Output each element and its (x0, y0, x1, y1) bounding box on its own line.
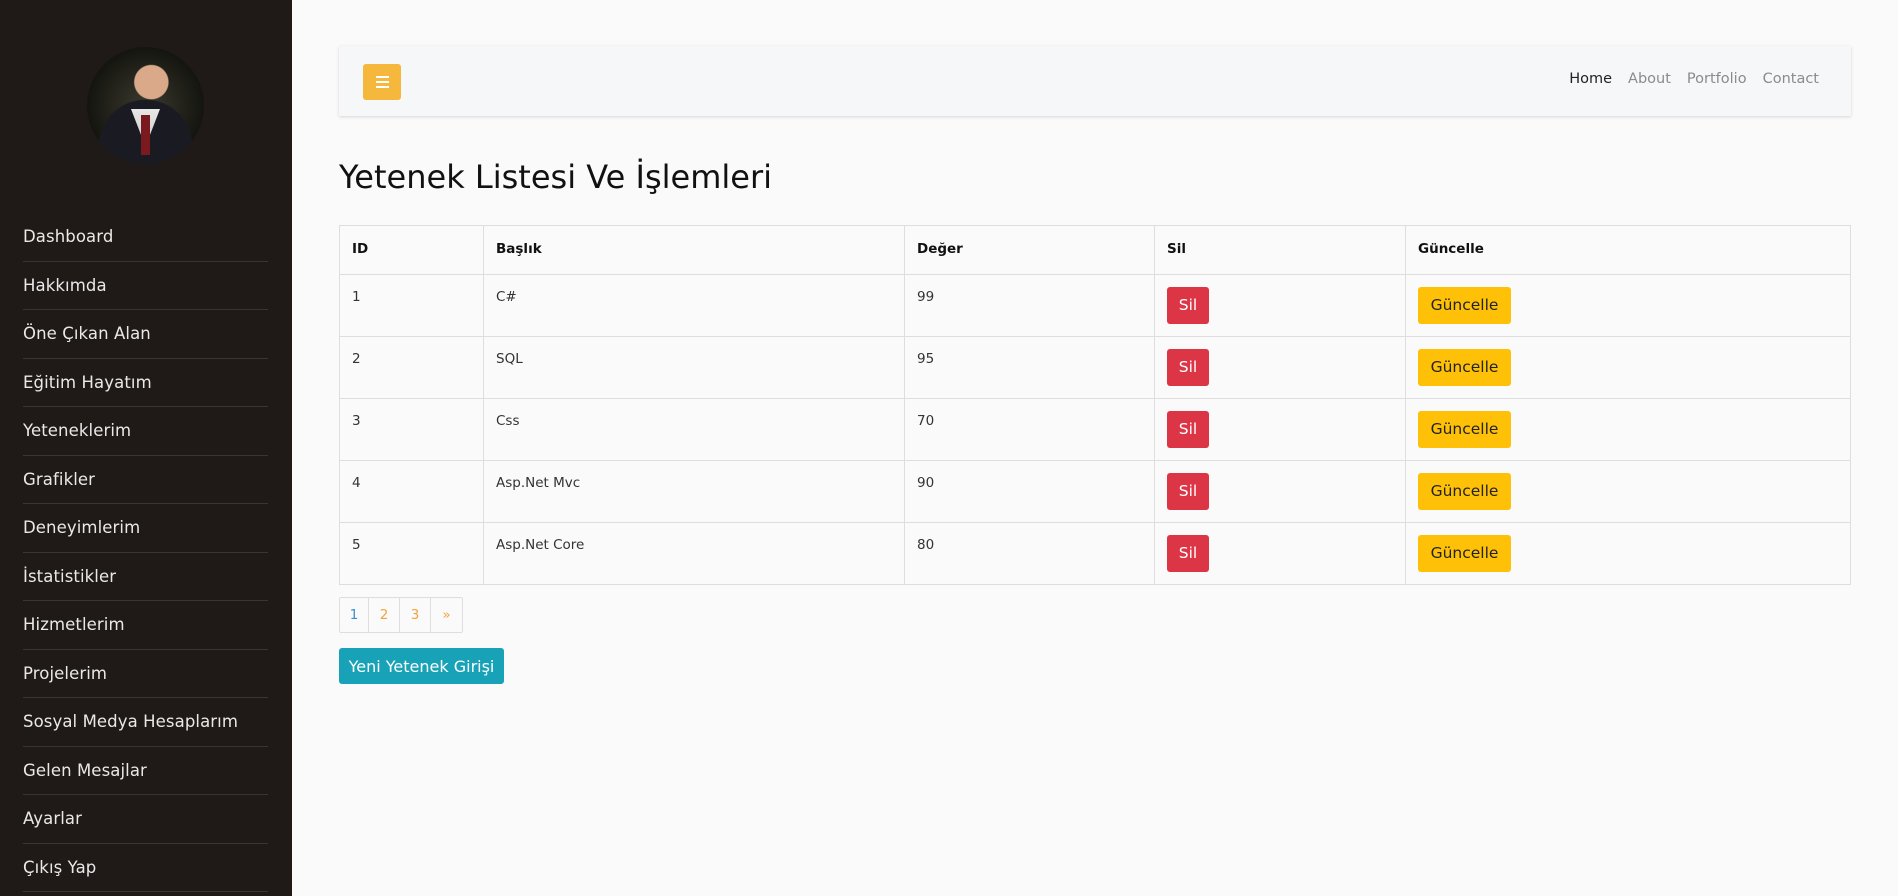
sidebar-item-cikis-yap[interactable]: Çıkış Yap (23, 844, 268, 892)
cell-value: 95 (904, 336, 1155, 399)
main-content: Home About Portfolio Contact Yetenek Lis… (292, 0, 1898, 896)
bars-icon (375, 86, 389, 88)
cell-title: C# (483, 274, 905, 337)
pagination: 1 2 3 » (339, 597, 463, 633)
cell-value: 80 (904, 522, 1155, 585)
cell-title: Asp.Net Mvc (483, 460, 905, 523)
nav-link-home[interactable]: Home (1569, 71, 1612, 87)
table-row: 4 Asp.Net Mvc 90 Sil Güncelle (339, 460, 1851, 523)
sidebar-item-yeteneklerim[interactable]: Yeteneklerim (23, 407, 268, 456)
cell-delete: Sil (1154, 522, 1406, 585)
sidebar-item-label: Gelen Mesajlar (23, 760, 147, 780)
cell-id: 3 (339, 398, 484, 461)
table-row: 1 C# 99 Sil Güncelle (339, 274, 1851, 337)
table-row: 5 Asp.Net Core 80 Sil Güncelle (339, 522, 1851, 585)
column-header-value: Değer (904, 225, 1155, 275)
page-link-next[interactable]: » (431, 598, 462, 632)
page-link-2[interactable]: 2 (369, 598, 400, 632)
delete-button[interactable]: Sil (1167, 411, 1209, 448)
sidebar: Dashboard Hakkımda Öne Çıkan Alan Eğitim… (0, 0, 292, 896)
sidebar-item-grafikler[interactable]: Grafikler (23, 456, 268, 504)
sidebar-item-label: Hakkımda (23, 275, 107, 295)
cell-update: Güncelle (1405, 274, 1851, 337)
new-skill-button[interactable]: Yeni Yetenek Girişi (339, 648, 504, 684)
sidebar-item-label: Dashboard (23, 227, 114, 247)
sidebar-item-label: Projelerim (23, 663, 108, 683)
sidebar-item-egitim-hayatim[interactable]: Eğitim Hayatım (23, 359, 268, 407)
cell-value: 70 (904, 398, 1155, 461)
sidebar-item-label: Çıkış Yap (23, 857, 97, 877)
cell-title: Asp.Net Core (483, 522, 905, 585)
cell-title: SQL (483, 336, 905, 399)
sidebar-item-istatistikler[interactable]: İstatistikler (23, 553, 268, 601)
cell-id: 4 (339, 460, 484, 523)
update-button[interactable]: Güncelle (1418, 473, 1511, 510)
sidebar-item-label: Sosyal Medya Hesaplarım (23, 712, 239, 732)
sidebar-item-label: Eğitim Hayatım (23, 372, 152, 392)
sidebar-item-label: Deneyimlerim (23, 518, 141, 538)
bars-icon (375, 76, 389, 78)
menu-toggle-button[interactable] (363, 64, 401, 100)
page-link-1[interactable]: 1 (340, 598, 369, 632)
nav-link-portfolio[interactable]: Portfolio (1687, 71, 1747, 87)
top-nav: Home About Portfolio Contact (1569, 71, 1819, 87)
cell-value: 90 (904, 460, 1155, 523)
sidebar-item-label: İstatistikler (23, 566, 117, 586)
nav-link-contact[interactable]: Contact (1763, 71, 1819, 87)
sidebar-item-ayarlar[interactable]: Ayarlar (23, 795, 268, 844)
cell-value: 99 (904, 274, 1155, 337)
update-button[interactable]: Güncelle (1418, 287, 1511, 324)
cell-title: Css (483, 398, 905, 461)
sidebar-item-hizmetlerim[interactable]: Hizmetlerim (23, 601, 268, 650)
cell-update: Güncelle (1405, 460, 1851, 523)
delete-button[interactable]: Sil (1167, 535, 1209, 572)
top-navbar: Home About Portfolio Contact (339, 46, 1851, 116)
cell-delete: Sil (1154, 460, 1406, 523)
sidebar-item-label: Grafikler (23, 469, 96, 489)
cell-id: 1 (339, 274, 484, 337)
table-row: 2 SQL 95 Sil Güncelle (339, 336, 1851, 399)
column-header-id: ID (339, 225, 484, 275)
avatar (87, 47, 204, 164)
delete-button[interactable]: Sil (1167, 473, 1209, 510)
sidebar-item-label: Öne Çıkan Alan (23, 324, 151, 344)
sidebar-item-dashboard[interactable]: Dashboard (23, 213, 268, 262)
update-button[interactable]: Güncelle (1418, 349, 1511, 386)
delete-button[interactable]: Sil (1167, 287, 1209, 324)
update-button[interactable]: Güncelle (1418, 411, 1511, 448)
sidebar-item-gelen-mesajlar[interactable]: Gelen Mesajlar (23, 747, 268, 795)
sidebar-item-sosyal-medya[interactable]: Sosyal Medya Hesaplarım (23, 698, 268, 747)
cell-id: 5 (339, 522, 484, 585)
cell-update: Güncelle (1405, 336, 1851, 399)
cell-delete: Sil (1154, 398, 1406, 461)
cell-update: Güncelle (1405, 522, 1851, 585)
table-header-row: ID Başlık Değer Sil Güncelle (339, 225, 1851, 275)
update-button[interactable]: Güncelle (1418, 535, 1511, 572)
column-header-title: Başlık (483, 225, 905, 275)
page-title: Yetenek Listesi Ve İşlemleri (339, 158, 772, 196)
sidebar-item-hakkimda[interactable]: Hakkımda (23, 262, 268, 310)
sidebar-item-label: Hizmetlerim (23, 615, 125, 635)
sidebar-item-one-cikan-alan[interactable]: Öne Çıkan Alan (23, 310, 268, 359)
cell-update: Güncelle (1405, 398, 1851, 461)
sidebar-nav: Dashboard Hakkımda Öne Çıkan Alan Eğitim… (23, 213, 268, 892)
page-link-3[interactable]: 3 (400, 598, 431, 632)
bars-icon (375, 81, 389, 83)
cell-delete: Sil (1154, 336, 1406, 399)
sidebar-item-label: Yeteneklerim (23, 421, 132, 441)
cell-id: 2 (339, 336, 484, 399)
column-header-delete: Sil (1154, 225, 1406, 275)
sidebar-item-label: Ayarlar (23, 809, 83, 829)
sidebar-item-deneyimlerim[interactable]: Deneyimlerim (23, 504, 268, 553)
table-row: 3 Css 70 Sil Güncelle (339, 398, 1851, 461)
cell-delete: Sil (1154, 274, 1406, 337)
sidebar-item-projelerim[interactable]: Projelerim (23, 650, 268, 698)
avatar-tie (141, 115, 150, 155)
delete-button[interactable]: Sil (1167, 349, 1209, 386)
skills-table: ID Başlık Değer Sil Güncelle 1 C# 99 Sil… (339, 225, 1851, 585)
nav-link-about[interactable]: About (1628, 71, 1671, 87)
column-header-update: Güncelle (1405, 225, 1851, 275)
